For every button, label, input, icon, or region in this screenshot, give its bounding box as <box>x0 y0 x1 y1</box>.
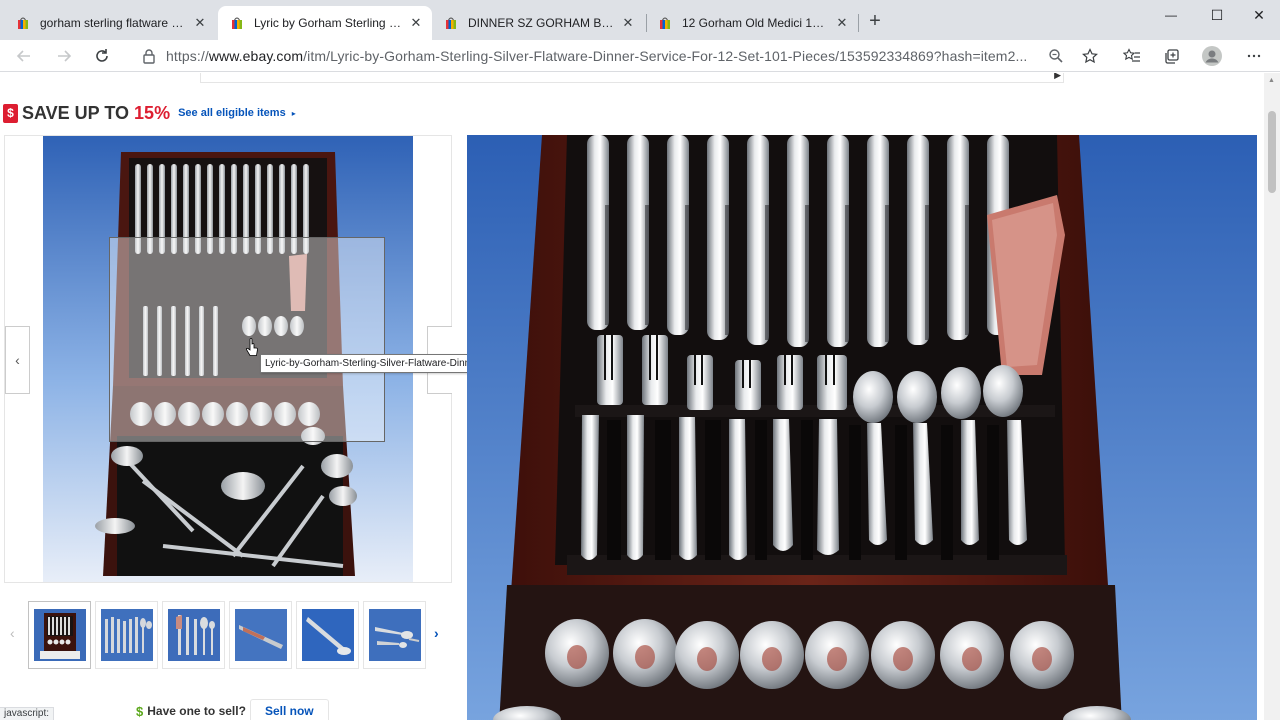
ebay-favicon-icon <box>446 17 456 29</box>
save-up-to-text: SAVE UP TO <box>22 102 130 123</box>
thumb-next-chevron-icon[interactable]: › <box>434 625 439 641</box>
tab-close-icon[interactable]: ✕ <box>834 15 850 31</box>
ebay-favicon-icon <box>660 17 670 29</box>
thumbnail-image <box>368 609 421 661</box>
sell-bar: $ Have one to sell? Sell now <box>136 699 329 720</box>
url-text[interactable]: https://www.ebay.com/itm/Lyric-by-Gorham… <box>166 48 1032 64</box>
ebay-favicon-icon <box>232 17 242 29</box>
favorites-list-icon <box>1123 48 1140 62</box>
page-content: ▶ $ SAVE UP TO 15% See all eligible item… <box>0 73 1264 720</box>
window-close-button[interactable]: ✕ <box>1236 0 1280 30</box>
tab-close-icon[interactable]: ✕ <box>620 15 636 31</box>
new-tab-button[interactable]: + <box>864 11 886 33</box>
url-scheme: https:// <box>166 48 209 64</box>
thumbnail-4[interactable] <box>229 601 292 669</box>
have-one-to-sell-text: Have one to sell? <box>147 704 246 718</box>
scroll-thumb[interactable] <box>1268 111 1276 193</box>
mouse-pointer-icon <box>246 338 258 356</box>
reload-button[interactable] <box>90 44 114 68</box>
collections-icon <box>1165 49 1179 64</box>
settings-menu-button[interactable] <box>1242 44 1266 68</box>
tab-title: gorham sterling flatware | eBay <box>40 16 186 30</box>
tab-title: 12 Gorham Old Medici 1880 Knives <box>682 16 828 30</box>
url-host: www.ebay.com <box>208 48 304 64</box>
tab-title: Lyric by Gorham Sterling Silver Flatware… <box>254 16 402 30</box>
tab-title: DINNER SZ GORHAM BUTTERCUP <box>468 16 614 30</box>
dollar-icon: $ <box>136 703 144 719</box>
thumbnail-strip: ‹ › <box>4 601 452 671</box>
tab-close-icon[interactable]: ✕ <box>408 15 424 31</box>
back-button[interactable] <box>12 44 36 68</box>
tab-lyric-listing[interactable]: Lyric by Gorham Sterling Silver Flatware… <box>218 6 432 40</box>
price-tag-icon: $ <box>3 103 18 123</box>
thumbnail-3[interactable] <box>162 601 225 669</box>
scroll-up-arrow-icon[interactable]: ▲ <box>1268 77 1275 84</box>
thumbnail-1[interactable] <box>28 601 91 669</box>
save-promo-bar: $ SAVE UP TO 15% See all eligible items … <box>3 101 296 125</box>
collections-button[interactable] <box>1160 44 1184 68</box>
thumbnail-2[interactable] <box>95 601 158 669</box>
bookmark-star-button[interactable] <box>1078 44 1102 68</box>
tab-gorham-search[interactable]: gorham sterling flatware | eBay ✕ <box>4 6 216 40</box>
url-path: /itm/Lyric-by-Gorham-Sterling-Silver-Fla… <box>303 48 1028 64</box>
minimize-button[interactable]: — <box>1148 0 1194 30</box>
strip-chevron-right-icon[interactable]: ▶ <box>1054 73 1061 81</box>
tab-close-icon[interactable]: ✕ <box>192 15 208 31</box>
magnifier-icon <box>1049 49 1063 63</box>
category-strip: ▶ <box>200 73 1064 83</box>
maximize-button[interactable]: ☐ <box>1194 0 1240 30</box>
tab-buttercup[interactable]: DINNER SZ GORHAM BUTTERCUP ✕ <box>432 6 644 40</box>
avatar-icon <box>1202 46 1222 66</box>
forward-arrow-icon <box>58 50 72 62</box>
browser-toolbar: https://www.ebay.com/itm/Lyric-by-Gorham… <box>0 40 1280 72</box>
zoomed-image <box>467 135 1257 720</box>
star-icon <box>1082 48 1098 64</box>
chevron-left-icon: ‹ <box>15 352 20 368</box>
thumbnail-5[interactable] <box>296 601 359 669</box>
thumbnail-6[interactable] <box>363 601 426 669</box>
page-scrollbar[interactable]: ▲ <box>1264 73 1280 720</box>
address-bar[interactable]: https://www.ebay.com/itm/Lyric-by-Gorham… <box>128 42 1108 70</box>
thumbnail-image <box>33 609 86 661</box>
lock-icon[interactable] <box>140 48 158 64</box>
gallery-prev-button[interactable]: ‹ <box>5 326 30 394</box>
tab-separator <box>858 14 859 32</box>
ebay-favicon-icon <box>18 17 28 29</box>
sell-now-button[interactable]: Sell now <box>249 699 329 720</box>
save-percent: 15% <box>134 102 171 123</box>
main-image-panel[interactable]: ‹ Lyric-by-Gorham-Sterling-Silver-Flatwa… <box>4 135 626 583</box>
see-all-arrow-icon: ▸ <box>291 108 296 118</box>
profile-button[interactable] <box>1200 44 1224 68</box>
thumbnail-image <box>301 609 354 661</box>
forward-button[interactable] <box>52 44 76 68</box>
tab-strip: gorham sterling flatware | eBay ✕ Lyric … <box>0 0 1280 42</box>
reload-icon <box>96 49 108 62</box>
see-all-eligible-link[interactable]: See all eligible items <box>178 107 286 119</box>
zoom-button[interactable] <box>1044 44 1068 68</box>
more-dots-icon <box>1247 54 1261 58</box>
status-bar: javascript: <box>0 707 55 720</box>
tab-old-medici[interactable]: 12 Gorham Old Medici 1880 Knives ✕ <box>646 6 858 40</box>
back-arrow-icon <box>16 50 30 62</box>
thumbnail-image <box>100 609 153 661</box>
thumb-prev-chevron-icon[interactable]: ‹ <box>10 625 15 641</box>
thumbnail-image <box>234 609 287 661</box>
thumbnail-image <box>167 609 220 661</box>
favorites-button[interactable] <box>1120 44 1144 68</box>
